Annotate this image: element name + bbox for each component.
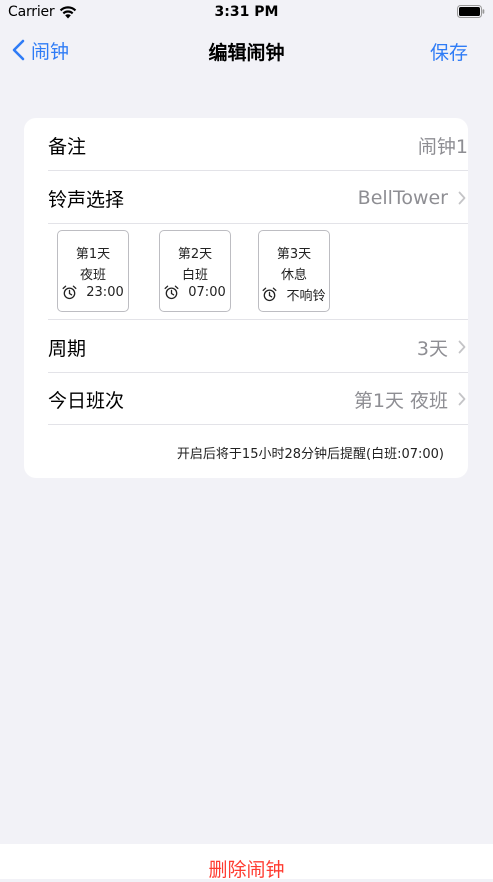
divider [48,424,468,425]
shift-type-label: 夜班 [79,268,106,283]
shift-day-label: 第1天 [75,247,111,262]
cycle-value-text: 3天 [416,337,448,360]
shift-alarm-time: 不响铃 [286,289,326,304]
save-button[interactable]: 保存 [430,38,468,65]
shift-alarm: 23:00 [58,285,128,300]
note-label: 备注 [48,135,87,158]
shift-alarm: 不响铃 [259,285,329,304]
alarm-clock-icon [62,285,77,300]
divider [48,170,468,171]
shift-type-label: 休息 [280,268,307,283]
cycle-label: 周期 [48,337,87,360]
shift-alarm-time: 07:00 [188,285,226,300]
note-value: 闹钟1 [418,132,468,159]
shift-tile-day-2[interactable]: 第2天 白班 07:00 [159,230,231,312]
ringtone-label: 铃声选择 [48,188,125,211]
reminder-hint: 开启后将于15小时28分钟后提醒(白班:07:00) [176,447,444,462]
shift-alarm: 07:00 [160,285,230,300]
ringtone-value: BellTower [358,187,468,209]
shift-tile-day-3[interactable]: 第3天 休息 不响铃 [258,230,330,312]
divider [48,319,468,320]
alarm-settings-card: 备注 闹钟1 铃声选择 BellTower 第1天 夜班 23:00 第2天 白… [24,118,468,478]
today-shift-row[interactable]: 今日班次 第1天 夜班 [48,373,468,425]
delete-alarm-button[interactable]: 删除闹钟 [0,855,493,882]
cycle-row[interactable]: 周期 3天 [48,321,468,373]
ringtone-row[interactable]: 铃声选择 BellTower [48,172,468,224]
today-shift-value: 第1天 夜班 [354,386,468,413]
note-value-text: 闹钟1 [417,135,468,158]
alarm-clock-icon [164,285,179,300]
shift-alarm-time: 23:00 [86,285,124,300]
today-shift-value-text: 第1天 夜班 [353,389,448,412]
chevron-right-icon [458,392,466,406]
battery-icon [457,5,485,18]
alarm-clock-icon [263,287,277,302]
today-shift-label: 今日班次 [48,389,125,412]
navigation-bar: 闹钟 编辑闹钟 保存 [0,28,493,72]
page-title: 编辑闹钟 [208,42,285,64]
cycle-value: 3天 [417,334,468,361]
chevron-right-icon [458,340,466,354]
note-row[interactable]: 备注 闹钟1 [48,119,468,171]
divider [48,223,468,224]
chevron-right-icon [458,191,466,205]
shift-day-label: 第3天 [276,247,312,262]
status-bar: Carrier 3:31 PM [0,0,493,26]
shift-day-label: 第2天 [177,247,213,262]
shift-tile-day-1[interactable]: 第1天 夜班 23:00 [57,230,129,312]
ringtone-value-text: BellTower [357,187,448,209]
shift-type-label: 白班 [181,268,208,283]
status-time: 3:31 PM [214,4,279,20]
